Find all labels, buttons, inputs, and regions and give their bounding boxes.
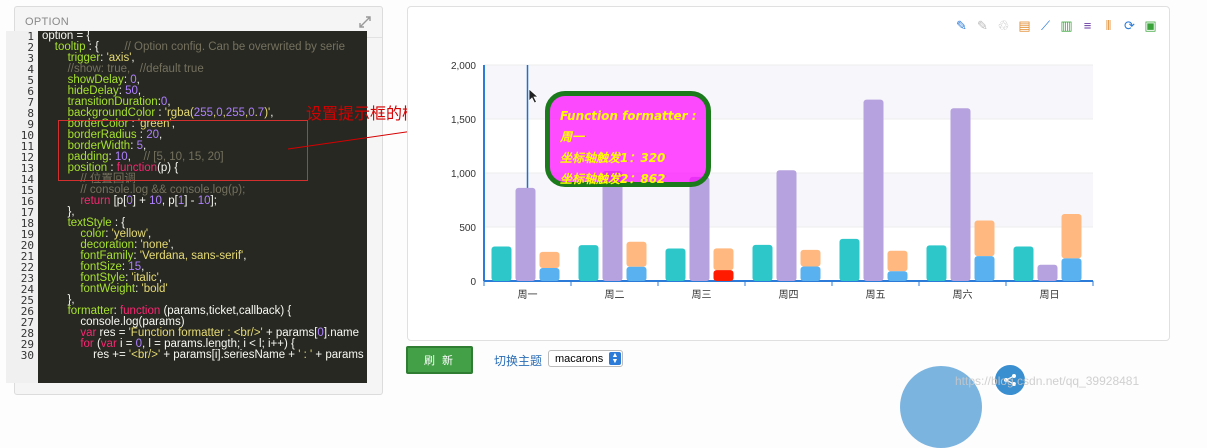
bar bbox=[887, 250, 908, 272]
chart-tooltip: Function formatter : 周一 坐标轴触发1：320 坐标轴触发… bbox=[545, 91, 711, 187]
bar bbox=[839, 238, 860, 281]
bar bbox=[926, 245, 947, 281]
bar-chart[interactable]: 05001,0001,5002,000周一 周二 周三 周四 周五 周六 周日 bbox=[0, 0, 1207, 400]
tooltip-series-2: 坐标轴触发2：862 bbox=[560, 172, 666, 186]
x-tick-label: 周三 bbox=[692, 289, 712, 301]
bar bbox=[800, 249, 821, 267]
bar bbox=[1061, 214, 1082, 259]
bar bbox=[713, 270, 734, 281]
watermark-text: https://blog.csdn.net/qq_39928481 bbox=[955, 374, 1140, 388]
theme-select[interactable]: macarons ▲ ▼ bbox=[548, 350, 623, 367]
bar bbox=[578, 245, 599, 281]
bar bbox=[776, 170, 797, 281]
bar bbox=[1037, 264, 1058, 281]
bar bbox=[974, 256, 995, 281]
tooltip-title: Function formatter : bbox=[560, 109, 697, 123]
bar bbox=[800, 266, 821, 281]
y-tick-label: 500 bbox=[459, 223, 476, 234]
bar bbox=[950, 108, 971, 281]
bar bbox=[626, 241, 647, 267]
tooltip-category: 周一 bbox=[560, 130, 585, 144]
x-tick-label: 周五 bbox=[866, 289, 886, 301]
x-tick-label: 周四 bbox=[779, 289, 799, 301]
theme-select-value: macarons bbox=[555, 352, 604, 365]
select-arrows-icon: ▲ ▼ bbox=[609, 352, 621, 365]
y-tick-label: 1,500 bbox=[451, 115, 476, 126]
bar bbox=[974, 220, 995, 257]
bar bbox=[626, 266, 647, 281]
bar bbox=[713, 248, 734, 271]
x-tick-label: 周二 bbox=[605, 289, 625, 301]
bar bbox=[665, 248, 686, 281]
theme-switch-label: 切换主题 bbox=[494, 354, 543, 368]
bar bbox=[515, 187, 536, 281]
x-tick-label: 周六 bbox=[953, 289, 973, 301]
bar bbox=[491, 246, 512, 281]
bar bbox=[539, 268, 560, 281]
bar bbox=[887, 271, 908, 281]
mouse-cursor-icon bbox=[528, 88, 540, 104]
y-tick-label: 2,000 bbox=[451, 61, 476, 72]
x-tick-label: 周一 bbox=[518, 289, 538, 301]
bar bbox=[539, 251, 560, 269]
bar bbox=[863, 99, 884, 281]
x-tick-label: 周日 bbox=[1040, 289, 1060, 301]
bar bbox=[1061, 258, 1082, 281]
y-tick-label: 0 bbox=[470, 277, 476, 288]
bar bbox=[752, 244, 773, 281]
bar bbox=[689, 176, 710, 281]
tooltip-series-1: 坐标轴触发1：320 bbox=[560, 151, 666, 165]
refresh-button[interactable]: 刷 新 bbox=[406, 346, 473, 374]
y-tick-label: 1,000 bbox=[451, 169, 476, 180]
bar bbox=[1013, 246, 1034, 281]
